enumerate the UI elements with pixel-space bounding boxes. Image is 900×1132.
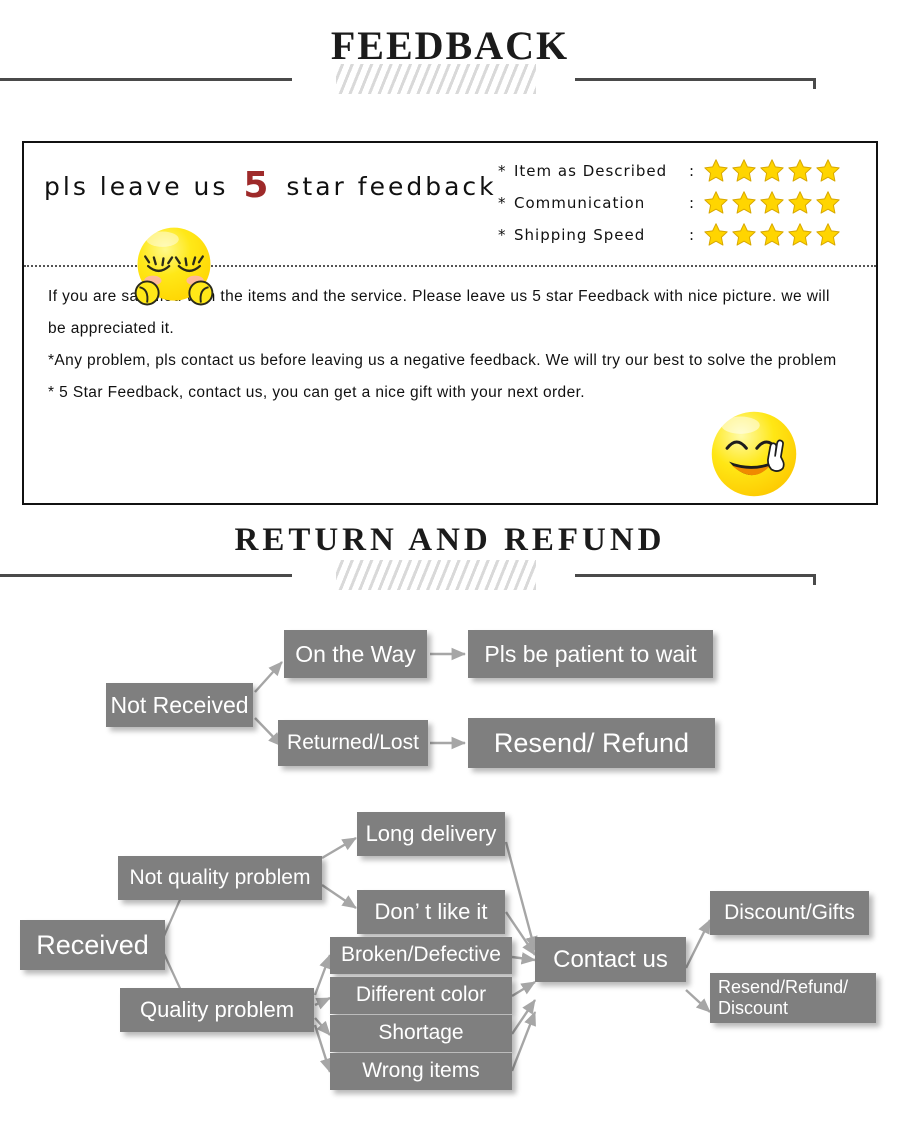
star-rating-icons [703, 158, 841, 184]
headline-star-count: 5 [243, 165, 272, 206]
rating-label: Communication [514, 194, 646, 212]
divider-end-tick [813, 574, 816, 585]
star-rating-icons [703, 222, 841, 248]
divider-return-refund [0, 558, 900, 592]
rating-row: * Communication: [498, 187, 868, 219]
star-rating-icons [703, 190, 841, 216]
flow-node-on-the-way[interactable]: On the Way [284, 630, 427, 678]
return-refund-flowchart: Not Received On the Way Pls be patient t… [0, 600, 900, 1100]
rating-colon: : [689, 194, 696, 212]
rating-bullet-icon: * [498, 194, 507, 212]
divider-feedback [0, 62, 900, 96]
flow-node-contact-us[interactable]: Contact us [535, 937, 686, 982]
flow-node-quality-problem[interactable]: Quality problem [120, 988, 314, 1032]
divider-hatch [336, 64, 536, 94]
rating-colon: : [689, 162, 696, 180]
flow-node-discount-gifts[interactable]: Discount/Gifts [710, 891, 869, 935]
divider-rule-right [575, 574, 815, 577]
divider-rule-left [0, 574, 292, 577]
rating-bullet-icon: * [498, 226, 507, 244]
flow-node-not-received[interactable]: Not Received [106, 683, 253, 727]
rating-row: * Item as Described: [498, 155, 868, 187]
rating-list: * Item as Described: * Communication: * Shipp… [498, 155, 868, 251]
feedback-paragraph-2: *Any problem, pls contact us before leav… [48, 352, 837, 369]
divider-hatch [336, 560, 536, 590]
rating-label: Item as Described [514, 162, 668, 180]
flow-node-broken-defective[interactable]: Broken/Defective [330, 937, 512, 974]
feedback-paragraph-3: * 5 Star Feedback, contact us, you can g… [48, 384, 586, 401]
flow-node-dont-like-it[interactable]: Don’ t like it [357, 890, 505, 934]
rating-row: * Shipping Speed: [498, 219, 868, 251]
flow-node-returned-lost[interactable]: Returned/Lost [278, 720, 428, 766]
flow-node-wrong-items[interactable]: Wrong items [330, 1053, 512, 1090]
rating-colon: : [689, 226, 696, 244]
headline-text-after: star feedback [286, 172, 497, 201]
flow-node-not-quality-problem[interactable]: Not quality problem [118, 856, 322, 900]
feedback-headline: pls leave us 5 star feedback [44, 165, 497, 206]
flow-node-resend-refund[interactable]: Resend/ Refund [468, 718, 715, 768]
flow-node-shortage[interactable]: Shortage [330, 1015, 512, 1052]
divider-end-tick [813, 78, 816, 89]
flow-node-different-color[interactable]: Different color [330, 977, 512, 1014]
flow-node-pls-be-patient[interactable]: Pls be patient to wait [468, 630, 713, 678]
headline-text-before: pls leave us [44, 172, 229, 201]
rating-bullet-icon: * [498, 162, 507, 180]
flow-node-resend-refund-discount[interactable]: Resend/Refund/ Discount [710, 973, 876, 1023]
flow-node-received[interactable]: Received [20, 920, 165, 970]
divider-rule-right [575, 78, 815, 81]
rating-label: Shipping Speed [514, 226, 646, 244]
page-title-return-refund: RETURN AND REFUND [234, 522, 666, 558]
divider-rule-left [0, 78, 292, 81]
smiling-peace-sign-emoji [711, 411, 797, 497]
flow-node-long-delivery[interactable]: Long delivery [357, 812, 505, 856]
shy-face-emoji [134, 227, 214, 306]
